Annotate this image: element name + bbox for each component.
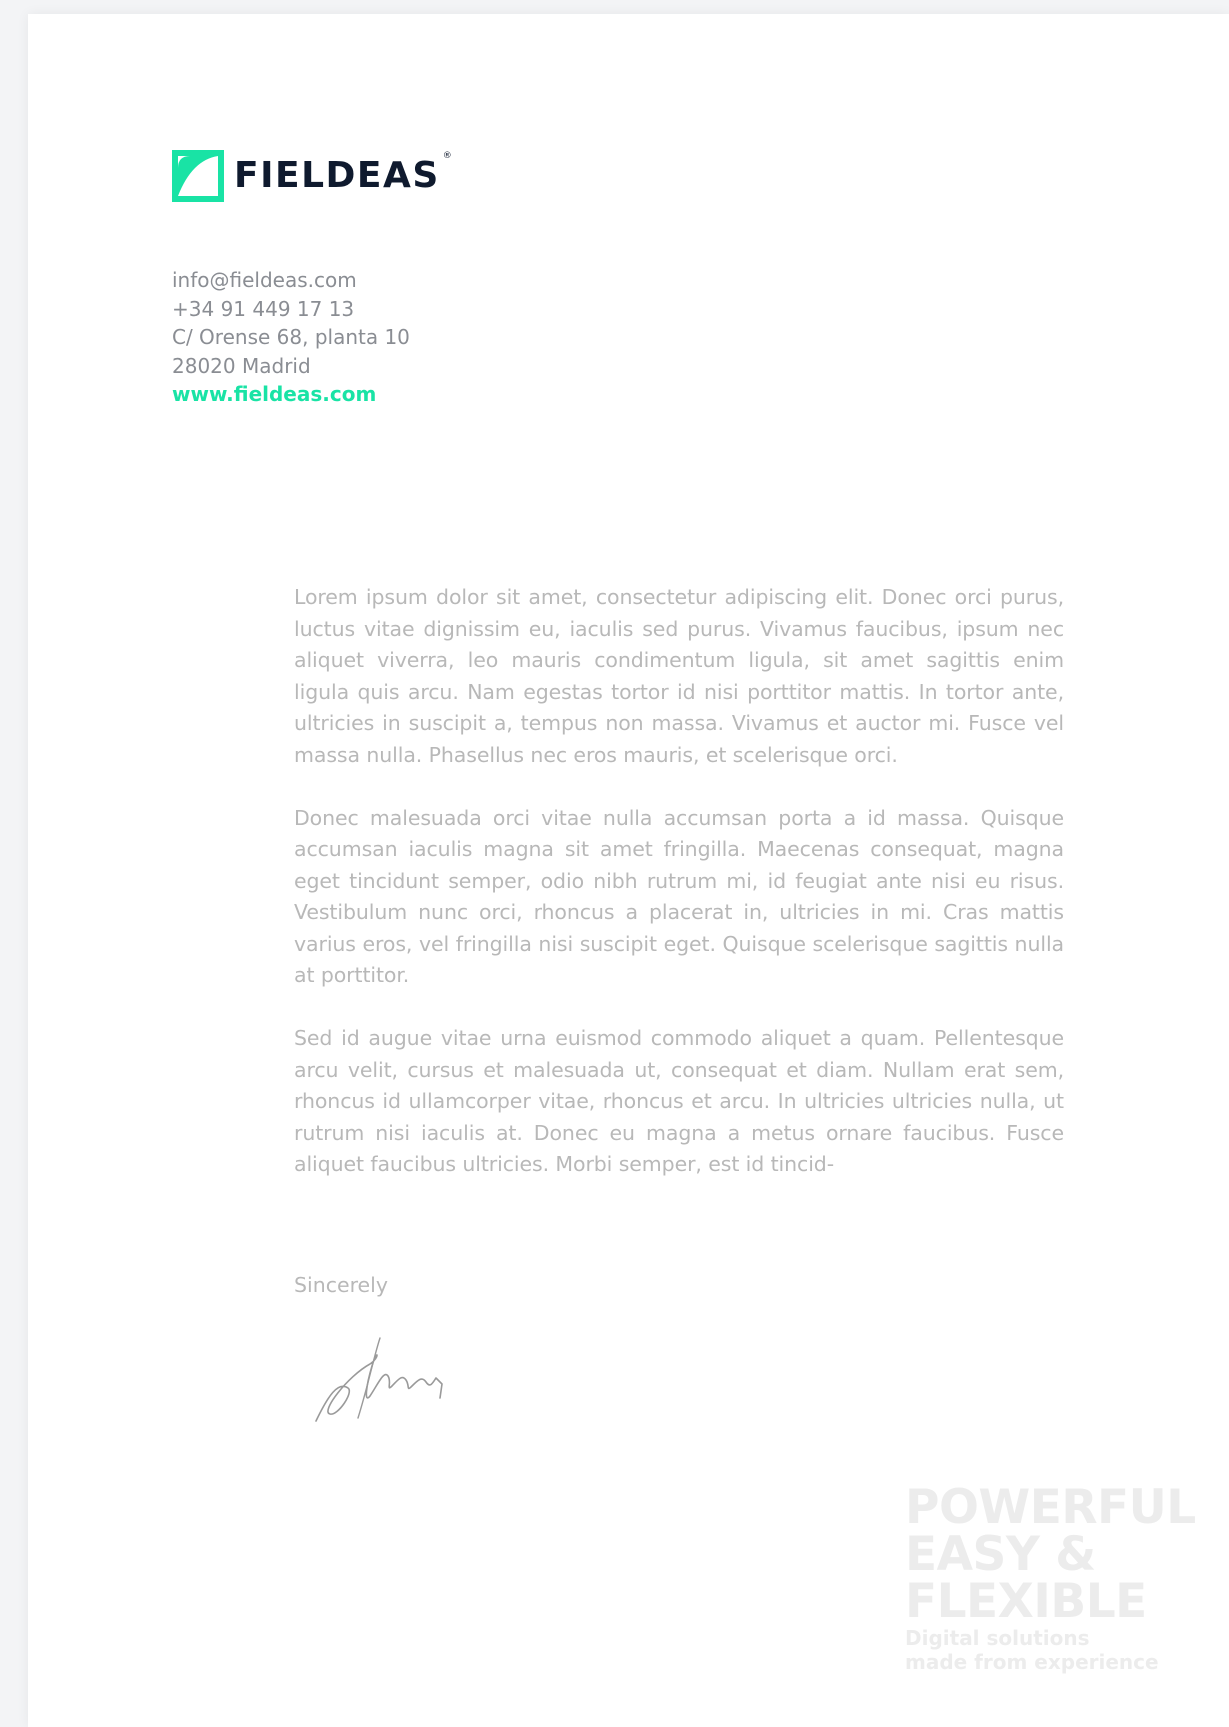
tagline-sub-2: made from experience (905, 1650, 1159, 1674)
contact-address-line1: C/ Orense 68, planta 10 (172, 325, 410, 349)
contact-phone: +34 91 449 17 13 (172, 296, 355, 321)
letter-paragraph-3: Sed id augue vitae urna euismod commodo … (294, 1026, 1064, 1176)
letter-paragraph-2: Donec malesuada orci vitae nulla accumsa… (294, 805, 1064, 988)
registered-mark: ® (442, 151, 452, 161)
brand-name: FIELDEAS (234, 155, 440, 196)
fieldeas-wordmark: FIELDEAS ® (234, 152, 452, 196)
tagline-line-2: EASY & (905, 1527, 1096, 1582)
contact-website-link[interactable]: www.fieldeas.com (172, 380, 410, 409)
contact-email[interactable]: info@fieldeas.com (172, 266, 410, 295)
letter-paragraph-1: Lorem ipsum dolor sit amet, consectetur … (294, 585, 1064, 767)
contact-block: info@fieldeas.com +34 91 449 17 13 C/ Or… (172, 266, 410, 409)
letter-body: Lorem ipsum dolor sit amet, consectetur … (294, 582, 1064, 1181)
tagline-line-3: FLEXIBLE (905, 1574, 1147, 1629)
letter-closing: Sincerely (294, 1273, 389, 1297)
tagline-watermark: POWERFUL EASY & FLEXIBLE Digital solutio… (905, 1484, 1196, 1673)
letter-page: FIELDEAS ® info@fieldeas.com +34 91 449 1… (28, 14, 1229, 1727)
handwritten-signature (315, 1337, 443, 1422)
tagline-sub-1: Digital solutions (905, 1626, 1090, 1650)
tagline-line-1: POWERFUL (905, 1480, 1196, 1535)
contact-address-line2: 28020 Madrid (172, 353, 311, 378)
fieldeas-logo: FIELDEAS ® (172, 149, 452, 203)
fieldeas-logo-mark-icon (172, 150, 224, 202)
